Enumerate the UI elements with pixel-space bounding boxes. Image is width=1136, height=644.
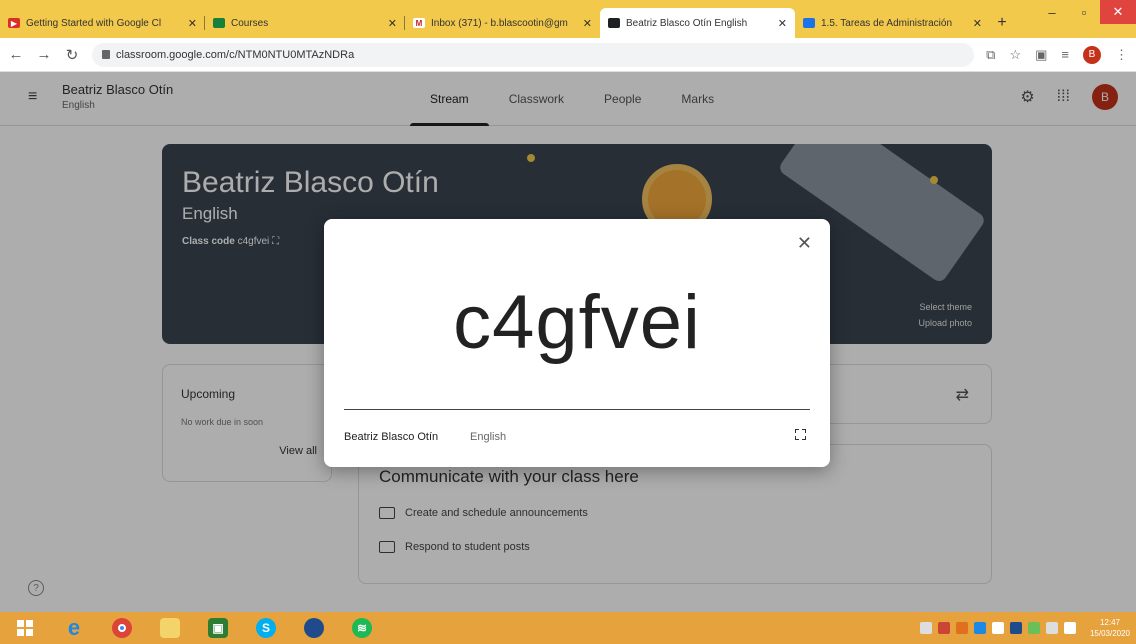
new-tab-button[interactable]: +	[990, 8, 1014, 38]
close-tab-icon[interactable]: ✕	[388, 17, 397, 30]
close-tab-icon[interactable]: ✕	[583, 17, 592, 30]
gmail-icon: M	[413, 18, 425, 28]
address-bar: ← → ↻ classroom.google.com/c/NTM0NTU0MTA…	[0, 38, 1136, 72]
extension-icon[interactable]: ▣	[1035, 47, 1047, 63]
browser-tab[interactable]: M Inbox (371) - b.blascootin@gm ✕	[405, 8, 600, 38]
reading-list-icon[interactable]: ≡	[1061, 47, 1069, 62]
docs-icon	[803, 18, 815, 28]
file-explorer-icon[interactable]	[146, 612, 194, 644]
close-icon[interactable]: ✕	[797, 233, 812, 254]
tab-title: 1.5. Tareas de Administración	[821, 17, 953, 29]
lock-icon	[102, 50, 110, 59]
browser-tab-strip: ▶ Getting Started with Google Cl ✕ Cours…	[0, 0, 1136, 38]
windows-start-button[interactable]	[0, 612, 50, 644]
profile-avatar[interactable]: B	[1083, 45, 1101, 64]
close-tab-icon[interactable]: ✕	[188, 17, 197, 30]
store-icon[interactable]: ▣	[194, 612, 242, 644]
close-tab-icon[interactable]: ✕	[778, 17, 787, 30]
bookmark-star-icon[interactable]: ☆	[1009, 47, 1021, 63]
system-tray: 12:47 15/03/2020	[919, 612, 1130, 644]
menu-dots-icon[interactable]: ⋮	[1115, 47, 1128, 63]
taskbar: e ▣ S ≋ 12:47 15/03/2020	[0, 612, 1136, 644]
tab-title: Inbox (371) - b.blascootin@gm	[431, 17, 568, 29]
tray-icon[interactable]	[919, 622, 932, 634]
tab-title: Getting Started with Google Cl	[26, 17, 162, 29]
browser-tab[interactable]: ▶ Getting Started with Google Cl ✕	[0, 8, 205, 38]
browser-tab[interactable]: 1.5. Tareas de Administración ✕	[795, 8, 990, 38]
browser-tab[interactable]: Courses ✕	[205, 8, 405, 38]
maximize-button[interactable]: ▫	[1068, 0, 1100, 24]
tray-icon[interactable]	[973, 622, 986, 634]
forward-arrow-icon[interactable]: →	[36, 46, 52, 63]
minimize-button[interactable]: –	[1036, 0, 1068, 24]
tab-title: Courses	[231, 17, 269, 29]
tray-icon[interactable]	[937, 622, 950, 634]
window-controls: – ▫ ✕	[1036, 0, 1136, 24]
url-text: classroom.google.com/c/NTM0NTU0MTAzNDRa	[116, 48, 355, 61]
fullscreen-exit-icon[interactable]	[795, 429, 806, 440]
classroom-icon	[213, 18, 225, 28]
spotify-icon[interactable]: ≋	[338, 612, 386, 644]
internet-explorer-icon[interactable]: e	[50, 612, 98, 644]
class-code-dialog: ✕ c4gfvei Beatriz Blasco Otín English	[324, 219, 830, 467]
translate-icon[interactable]: ⧉	[986, 47, 995, 63]
taskbar-clock[interactable]: 12:47 15/03/2020	[1090, 617, 1130, 639]
youtube-icon: ▶	[8, 18, 20, 28]
classroom-icon	[608, 18, 620, 28]
browser-tab-active[interactable]: Beatriz Blasco Otín English ✕	[600, 8, 795, 38]
dialog-class-name: Beatriz Blasco Otín	[344, 431, 439, 443]
tab-title: Beatriz Blasco Otín English	[626, 17, 748, 29]
back-arrow-icon[interactable]: ←	[8, 46, 24, 63]
tray-icon[interactable]	[991, 622, 1004, 634]
network-icon[interactable]	[1045, 622, 1058, 634]
close-tab-icon[interactable]: ✕	[973, 17, 982, 30]
tray-icon[interactable]	[1027, 622, 1040, 634]
class-code-large: c4gfvei	[453, 280, 701, 365]
thunderbird-icon[interactable]	[290, 612, 338, 644]
skype-icon[interactable]: S	[242, 612, 290, 644]
url-input[interactable]: classroom.google.com/c/NTM0NTU0MTAzNDRa	[92, 42, 975, 67]
window-close-button[interactable]: ✕	[1100, 0, 1136, 24]
dialog-section: English	[470, 431, 507, 443]
volume-icon[interactable]	[1063, 622, 1076, 634]
divider	[344, 409, 810, 410]
tray-icon[interactable]	[955, 622, 968, 634]
reload-icon[interactable]: ↻	[64, 46, 80, 64]
chrome-icon[interactable]	[98, 612, 146, 644]
tray-icon[interactable]	[1009, 622, 1022, 634]
